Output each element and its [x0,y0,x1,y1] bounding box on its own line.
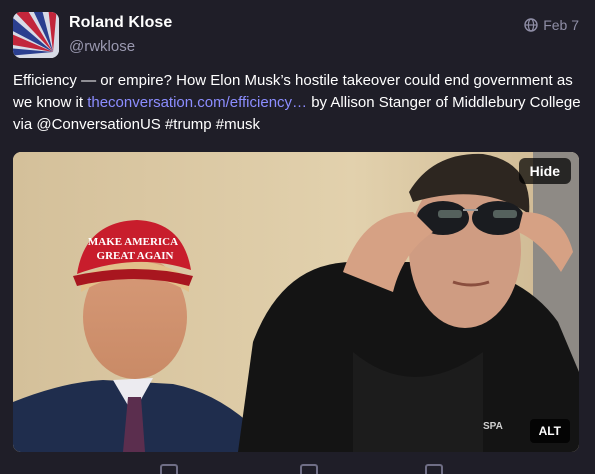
user-handle[interactable]: @rwklose [69,38,135,55]
media-attachment[interactable]: MAKE AMERICA GREAT AGAIN SPA Hide ALT [13,152,579,452]
post-content: Efficiency — or empire? How Elon Musk’s … [13,70,583,136]
alt-text-badge[interactable]: ALT [529,419,570,443]
cap-text-line2: GREAT AGAIN [97,250,174,262]
cap-text-line1: MAKE AMERICA [88,236,178,248]
attached-photo: MAKE AMERICA GREAT AGAIN SPA [13,152,579,452]
reply-icon[interactable] [160,464,178,474]
action-bar [0,460,595,474]
display-name[interactable]: Roland Klose [69,14,172,32]
post-card[interactable]: Roland Klose @rwklose Feb 7 Efficiency —… [0,0,595,474]
globe-icon [524,18,538,32]
article-link[interactable]: theconversation.com/efficiency… [87,94,307,111]
avatar[interactable] [13,12,59,58]
shirt-text: SPA [483,421,503,432]
post-meta: Feb 7 [524,17,579,33]
post-date[interactable]: Feb 7 [543,17,579,33]
hide-media-button[interactable]: Hide [518,158,571,184]
favorite-icon[interactable] [425,464,443,474]
boost-icon[interactable] [300,464,318,474]
